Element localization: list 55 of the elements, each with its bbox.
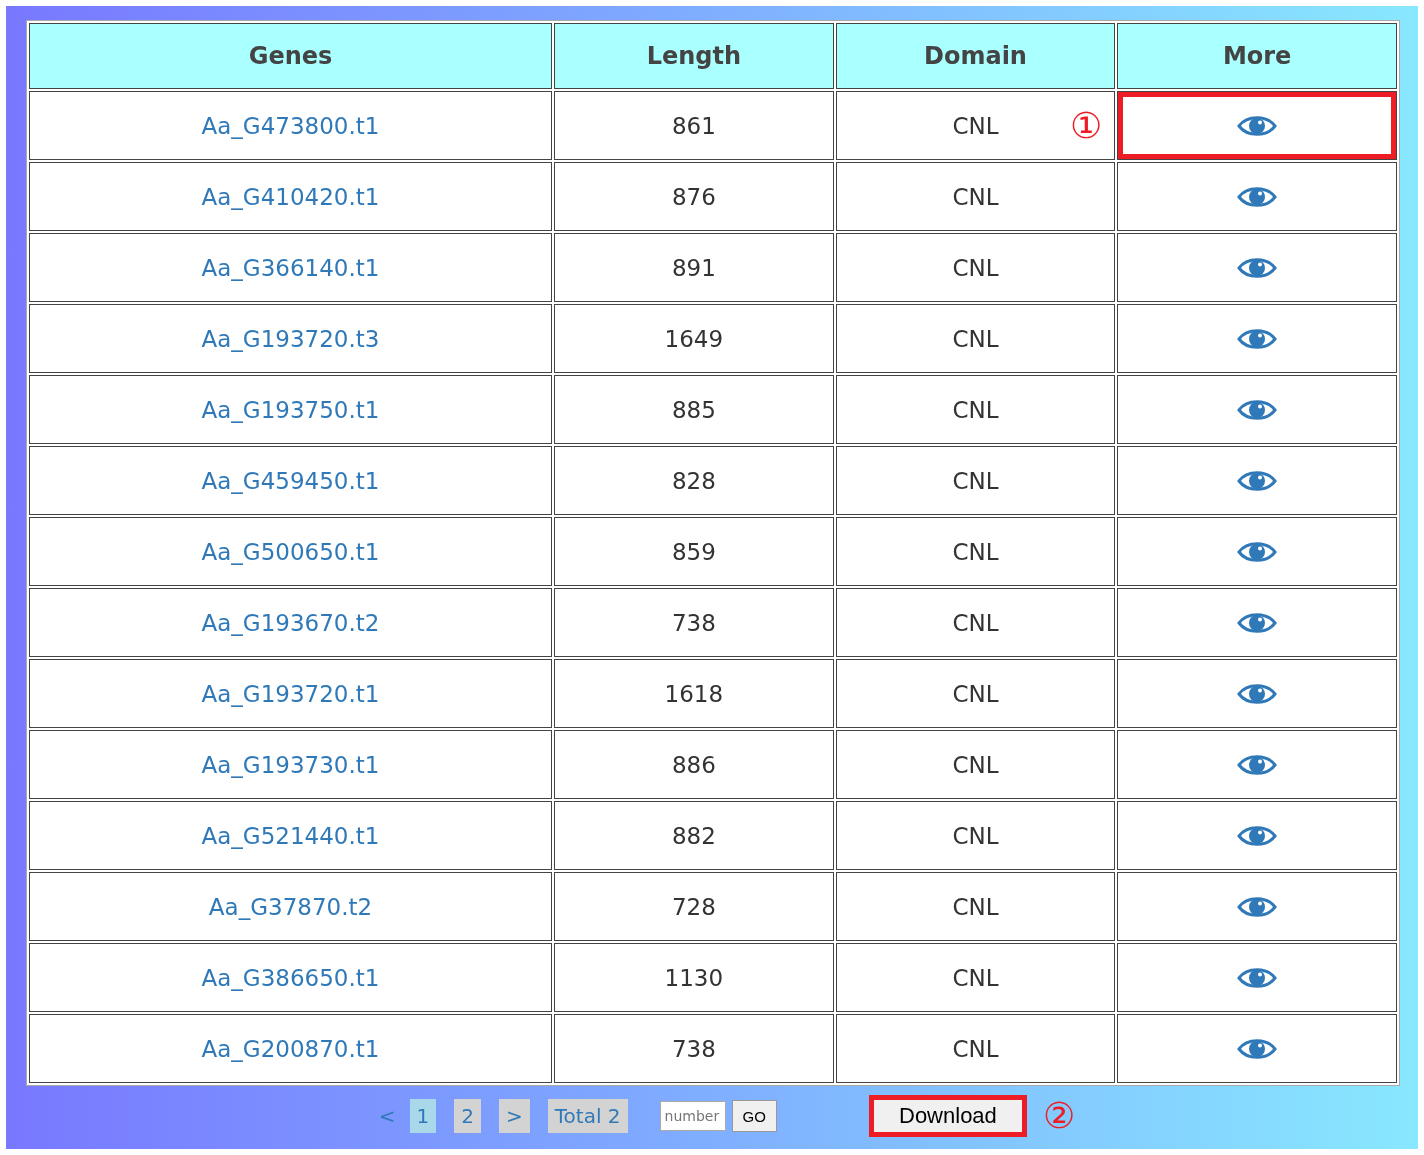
table-cell: 738 bbox=[554, 588, 834, 657]
gene-link[interactable]: Aa_G193720.t3 bbox=[201, 325, 380, 352]
domain-text: CNL bbox=[952, 751, 999, 778]
table-cell: 882 bbox=[554, 801, 834, 870]
page-number-field[interactable]: number bbox=[659, 1101, 726, 1131]
column-header: Domain bbox=[835, 23, 1116, 89]
table-cell: 828 bbox=[554, 446, 834, 515]
domain-text: CNL bbox=[952, 396, 999, 423]
page-button[interactable]: 2 bbox=[454, 1099, 481, 1133]
gene-link[interactable]: Aa_G193720.t1 bbox=[201, 680, 380, 707]
gene-link[interactable]: Aa_G193750.t1 bbox=[201, 396, 380, 423]
next-page-button[interactable]: > bbox=[499, 1099, 530, 1133]
gene-link[interactable]: Aa_G366140.t1 bbox=[201, 254, 380, 281]
gene-link[interactable]: Aa_G521440.t1 bbox=[201, 822, 380, 849]
gene-link[interactable]: Aa_G193730.t1 bbox=[201, 751, 380, 778]
table-cell: 876 bbox=[554, 162, 834, 231]
callout-number: ② bbox=[1042, 1098, 1076, 1134]
domain-text: CNL bbox=[952, 1035, 999, 1062]
go-button[interactable]: GO bbox=[731, 1100, 777, 1132]
table-cell: 738 bbox=[554, 1014, 834, 1083]
table-cell: 1130 bbox=[554, 943, 834, 1012]
gene-link[interactable]: Aa_G37870.t2 bbox=[208, 893, 373, 920]
table-cell: 1618 bbox=[554, 659, 834, 728]
table-cell: 885 bbox=[554, 375, 834, 444]
table-cell: 886 bbox=[554, 730, 834, 799]
page-button[interactable]: 1 bbox=[409, 1099, 437, 1133]
gene-link[interactable]: Aa_G410420.t1 bbox=[201, 183, 380, 210]
table-cell: 859 bbox=[554, 517, 834, 586]
domain-text: CNL bbox=[952, 609, 999, 636]
column-header: Genes bbox=[29, 23, 552, 89]
callout-number: ① bbox=[1070, 107, 1103, 144]
domain-text: CNL bbox=[952, 183, 999, 210]
gene-link[interactable]: Aa_G193670.t2 bbox=[201, 609, 380, 636]
domain-text: CNL bbox=[952, 254, 999, 281]
gene-link[interactable]: Aa_G459450.t1 bbox=[201, 467, 380, 494]
gene-link[interactable]: Aa_G473800.t1 bbox=[201, 112, 380, 139]
domain-text: CNL bbox=[952, 680, 999, 707]
download-button[interactable]: Download bbox=[868, 1095, 1027, 1137]
gene-link[interactable]: Aa_G500650.t1 bbox=[201, 538, 380, 565]
domain-text: CNL bbox=[952, 325, 999, 352]
domain-text: CNL bbox=[952, 822, 999, 849]
gene-link[interactable]: Aa_G200870.t1 bbox=[201, 1035, 380, 1062]
domain-text: CNL bbox=[952, 112, 999, 139]
domain-text: CNL bbox=[952, 467, 999, 494]
table-cell: 1649 bbox=[554, 304, 834, 373]
domain-text: CNL bbox=[952, 893, 999, 920]
column-header: Length bbox=[554, 23, 834, 89]
table-cell: 891 bbox=[554, 233, 834, 302]
total-pages-text: Total 2 bbox=[547, 1099, 628, 1133]
table-cell: 861 bbox=[554, 91, 834, 160]
column-header: More bbox=[1117, 23, 1397, 89]
domain-text: CNL bbox=[952, 538, 999, 565]
domain-text: CNL bbox=[952, 964, 999, 991]
table-cell: 728 bbox=[554, 872, 834, 941]
gene-link[interactable]: Aa_G386650.t1 bbox=[201, 964, 380, 991]
